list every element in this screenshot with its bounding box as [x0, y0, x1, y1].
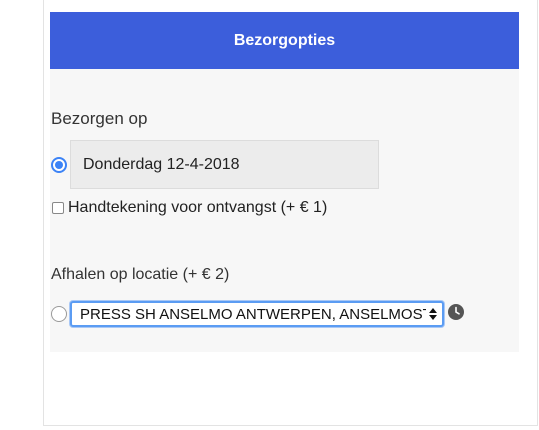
panel-header: Bezorgopties: [50, 12, 519, 69]
pickup-radio[interactable]: [51, 306, 67, 322]
chevron-updown-icon: [426, 308, 440, 320]
clock-icon[interactable]: [448, 304, 464, 320]
pickup-label: Afhalen op locatie (+ € 2): [51, 266, 230, 283]
delivery-radio[interactable]: [51, 157, 67, 173]
signature-label: Handtekening voor ontvangst (+ € 1): [68, 199, 328, 216]
delivery-label: Bezorgen op: [51, 109, 148, 128]
pickup-location-value: PRESS SH ANSELMO ANTWERPEN, ANSELMOSTRAA…: [80, 305, 426, 323]
signature-checkbox[interactable]: [52, 202, 64, 214]
delivery-date-field[interactable]: Donderdag 12-4-2018: [70, 140, 379, 189]
delivery-date-value: Donderdag 12-4-2018: [83, 155, 240, 173]
pickup-location-select[interactable]: PRESS SH ANSELMO ANTWERPEN, ANSELMOSTRAA…: [70, 301, 444, 327]
delivery-options-panel: Bezorgopties Bezorgen op Donderdag 12-4-…: [50, 12, 519, 352]
panel-title: Bezorgopties: [233, 31, 336, 49]
